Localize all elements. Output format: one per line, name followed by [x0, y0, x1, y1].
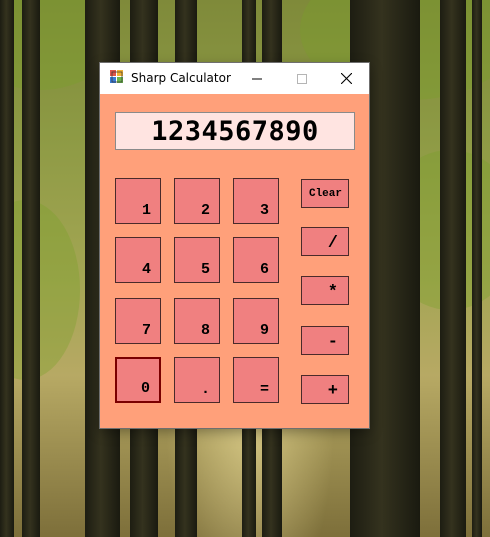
key-5[interactable]: 5 [174, 237, 220, 283]
key-0[interactable]: 0 [115, 357, 161, 403]
key-3[interactable]: 3 [233, 178, 279, 224]
key-2-label: 2 [200, 202, 210, 219]
divide-button[interactable]: / [301, 227, 349, 256]
key-7[interactable]: 7 [115, 298, 161, 344]
subtract-button[interactable]: - [301, 326, 349, 355]
app-icon [110, 70, 123, 83]
add-button[interactable]: + [301, 375, 349, 404]
close-button[interactable] [324, 63, 369, 94]
key-8-label: 8 [200, 322, 210, 339]
multiply-button-label: * [327, 283, 338, 302]
close-icon [341, 73, 352, 84]
key-6[interactable]: 6 [233, 237, 279, 283]
key-0-label: 0 [140, 380, 150, 397]
minimize-icon [251, 78, 262, 79]
add-button-label: + [327, 382, 338, 401]
result-display: 1234567890 [115, 112, 355, 150]
subtract-button-label: - [327, 333, 338, 352]
key-4[interactable]: 4 [115, 237, 161, 283]
maximize-icon [296, 73, 307, 84]
title-bar[interactable]: Sharp Calculator [100, 63, 369, 94]
key-8[interactable]: 8 [174, 298, 220, 344]
key-2[interactable]: 2 [174, 178, 220, 224]
minimize-button[interactable] [234, 63, 279, 94]
decimal-key[interactable]: . [174, 357, 220, 403]
window-title: Sharp Calculator [131, 71, 231, 85]
key-9-label: 9 [259, 322, 269, 339]
key-7-label: 7 [141, 322, 151, 339]
multiply-button[interactable]: * [301, 276, 349, 305]
key-1-label: 1 [141, 202, 151, 219]
equals-key[interactable]: = [233, 357, 279, 403]
key-6-label: 6 [259, 261, 269, 278]
maximize-button[interactable] [279, 63, 324, 94]
decimal-key-label: . [200, 381, 210, 398]
key-9[interactable]: 9 [233, 298, 279, 344]
key-3-label: 3 [259, 202, 269, 219]
equals-key-label: = [259, 381, 269, 398]
clear-button-label: Clear [308, 188, 342, 200]
clear-button[interactable]: Clear [301, 179, 349, 208]
divide-button-label: / [327, 234, 338, 253]
key-4-label: 4 [141, 261, 151, 278]
calculator-window: Sharp Calculator 1234567890 1 2 3 4 5 6 … [100, 63, 369, 428]
key-5-label: 5 [200, 261, 210, 278]
key-1[interactable]: 1 [115, 178, 161, 224]
